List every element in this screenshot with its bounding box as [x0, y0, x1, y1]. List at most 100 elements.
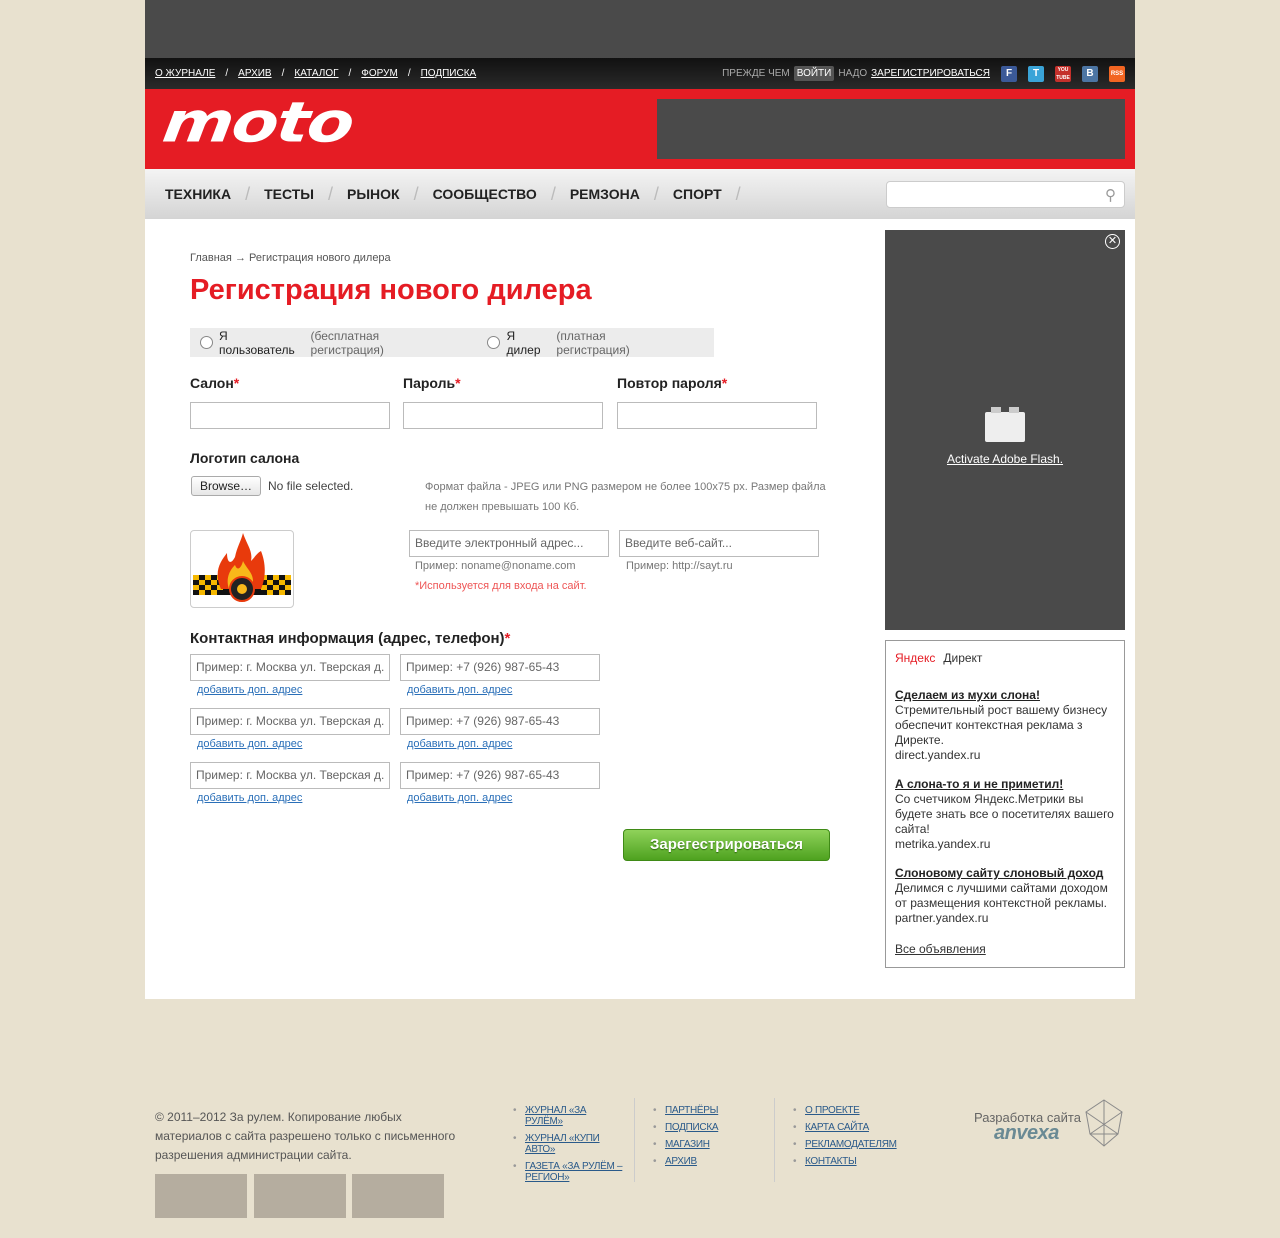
- website-input[interactable]: Введите веб-сайт...: [619, 530, 819, 557]
- footer-link[interactable]: ГАЗЕТА «ЗА РУЛЁМ – РЕГИОН»: [513, 1161, 625, 1183]
- topnav-subscribe[interactable]: ПОДПИСКА: [421, 68, 477, 79]
- flash-ad-block: ✕ Activate Adobe Flash.: [885, 230, 1125, 630]
- page-title: Регистрация нового дилера: [190, 274, 592, 306]
- before-text: ПРЕЖДЕ ЧЕМ: [722, 68, 790, 79]
- password-repeat-label: Повтор пароля*: [617, 375, 728, 391]
- footer-link[interactable]: КОНТАКТЫ: [793, 1156, 915, 1167]
- rss-icon[interactable]: rss: [1109, 65, 1125, 82]
- anvexa-emblem-icon: [1085, 1099, 1123, 1147]
- nav-tests[interactable]: ТЕСТЫ: [250, 186, 328, 202]
- developer-credit[interactable]: Разработка сайта anvexa: [974, 1099, 1123, 1147]
- anvexa-logo: anvexa: [994, 1122, 1059, 1144]
- ad-item: А слона-то я и не приметил! Со счетчиком…: [895, 777, 1115, 851]
- ad-title[interactable]: А слона-то я и не приметил!: [895, 777, 1115, 792]
- page-wrapper: О ЖУРНАЛЕ / АРХИВ / КАТАЛОГ / ФОРУМ / ПОДПИС…: [145, 0, 1135, 999]
- user-option[interactable]: Я пользователь (бесплатная регистрация): [200, 329, 455, 357]
- email-note: *Используется для входа на сайт.: [415, 580, 587, 592]
- close-icon[interactable]: ✕: [1105, 234, 1120, 249]
- salon-logo-image: [190, 530, 294, 608]
- twitter-icon[interactable]: t: [1028, 65, 1044, 82]
- address-input-1[interactable]: Пример: г. Москва ул. Тверская д.: [190, 654, 390, 681]
- ad-item: Слоновому сайту слоновый доход Делимся с…: [895, 866, 1115, 926]
- yandex-direct-ads: Яндекс Директ Сделаем из мухи слона! Стре…: [885, 640, 1125, 968]
- add-address-link-1[interactable]: добавить доп. адрес: [197, 684, 302, 696]
- footer-link[interactable]: ЖУРНАЛ «ЗА РУЛЁМ»: [513, 1105, 625, 1127]
- browse-button[interactable]: Browse…: [191, 476, 262, 496]
- nav-sport[interactable]: СПОРТ: [659, 186, 736, 202]
- phone-input-2[interactable]: Пример: +7 (926) 987-65-43: [400, 708, 600, 735]
- footer-link[interactable]: КАРТА САЙТА: [793, 1122, 915, 1133]
- breadcrumb: Главная → Регистрация нового дилера: [190, 252, 391, 264]
- direct-link[interactable]: Директ: [943, 651, 982, 665]
- footer-link[interactable]: ПАРТНЁРЫ: [653, 1105, 765, 1116]
- ad-title[interactable]: Слоновому сайту слоновый доход: [895, 866, 1115, 881]
- add-phone-link-1[interactable]: добавить доп. адрес: [407, 684, 512, 696]
- footer-link[interactable]: АРХИВ: [653, 1156, 765, 1167]
- user-radio[interactable]: [200, 336, 213, 349]
- footer-link[interactable]: О ПРОЕКТЕ: [793, 1105, 915, 1116]
- header-ad-banner: [657, 99, 1125, 159]
- nav-market[interactable]: РЫНОК: [333, 186, 414, 202]
- paid-registration-link[interactable]: (платная регистрация): [556, 329, 682, 357]
- yandex-brand[interactable]: Яндекс: [895, 651, 935, 665]
- counter-badge[interactable]: [155, 1174, 247, 1218]
- address-input-3[interactable]: Пример: г. Москва ул. Тверская д.: [190, 762, 390, 789]
- contacts-label: Контактная информация (адрес, телефон)*: [190, 630, 511, 647]
- topnav-about[interactable]: О ЖУРНАЛЕ: [155, 68, 215, 79]
- search-icon[interactable]: ⚲: [1105, 186, 1116, 204]
- phone-input-3[interactable]: Пример: +7 (926) 987-65-43: [400, 762, 600, 789]
- footer-col-2: ПАРТНЁРЫ ПОДПИСКА МАГАЗИН АРХИВ: [653, 1105, 765, 1173]
- add-phone-link-3[interactable]: добавить доп. адрес: [407, 792, 512, 804]
- nav-community[interactable]: СООБЩЕСТВО: [419, 186, 551, 202]
- salon-label: Салон*: [190, 375, 240, 391]
- activate-flash-link[interactable]: Activate Adobe Flash.: [885, 452, 1125, 466]
- copyright: © 2011–2012 За рулем. Копирование любых …: [155, 1110, 456, 1162]
- site-logo[interactable]: moto: [159, 90, 357, 155]
- need-text: НАДО: [838, 68, 868, 79]
- file-status: No file selected.: [268, 479, 354, 493]
- file-format-hint: Формат файла - JPEG или PNG размером не …: [425, 481, 826, 513]
- phone-input-1[interactable]: Пример: +7 (926) 987-65-43: [400, 654, 600, 681]
- password-repeat-input[interactable]: [617, 402, 817, 429]
- top-banner: [145, 0, 1135, 58]
- free-registration-link[interactable]: (бесплатная регистрация): [311, 329, 456, 357]
- dealer-option[interactable]: Я дилер (платная регистрация): [487, 329, 682, 357]
- add-address-link-3[interactable]: добавить доп. адрес: [197, 792, 302, 804]
- login-button[interactable]: ВОЙТИ: [793, 66, 835, 81]
- add-phone-link-2[interactable]: добавить доп. адрес: [407, 738, 512, 750]
- nav-repair[interactable]: РЕМЗОНА: [556, 186, 654, 202]
- yandex-header: Яндекс Директ: [895, 651, 1115, 666]
- address-input-2[interactable]: Пример: г. Москва ул. Тверская д.: [190, 708, 390, 735]
- dealer-radio[interactable]: [487, 336, 501, 349]
- facebook-icon[interactable]: f: [1001, 65, 1017, 82]
- salon-input[interactable]: [190, 402, 390, 429]
- footer-col-1: ЖУРНАЛ «ЗА РУЛЁМ» ЖУРНАЛ «КУПИ АВТО» ГАЗ…: [513, 1105, 625, 1189]
- header-red: moto: [145, 89, 1135, 169]
- footer-link[interactable]: ПОДПИСКА: [653, 1122, 765, 1133]
- email-example: Пример: noname@noname.com: [415, 560, 576, 572]
- topnav-forum[interactable]: ФОРУМ: [361, 68, 398, 79]
- ad-title[interactable]: Сделаем из мухи слона!: [895, 688, 1115, 703]
- add-address-link-2[interactable]: добавить доп. адрес: [197, 738, 302, 750]
- vkontakte-icon[interactable]: В: [1082, 65, 1098, 82]
- plugin-icon: [985, 407, 1025, 442]
- main-content: Главная → Регистрация нового дилера Реги…: [145, 219, 1135, 999]
- auth-area: ПРЕЖДЕ ЧЕМ ВОЙТИ НАДО ЗАРЕГИСТРИРОВАТЬСЯ…: [722, 65, 1125, 82]
- footer-link[interactable]: МАГАЗИН: [653, 1139, 765, 1150]
- topnav-archive[interactable]: АРХИВ: [238, 68, 271, 79]
- nav-tech[interactable]: ТЕХНИКА: [151, 186, 245, 202]
- footer-link[interactable]: ЖУРНАЛ «КУПИ АВТО»: [513, 1133, 625, 1155]
- youtube-icon[interactable]: You Tube: [1055, 65, 1071, 82]
- register-link[interactable]: ЗАРЕГИСТРИРОВАТЬСЯ: [871, 68, 990, 79]
- email-input[interactable]: Введите электронный адрес...: [409, 530, 609, 557]
- password-input[interactable]: [403, 402, 603, 429]
- account-type-selector: Я пользователь (бесплатная регистрация) …: [190, 328, 714, 357]
- counter-badge[interactable]: [254, 1174, 346, 1218]
- search-input[interactable]: ⚲: [886, 181, 1125, 208]
- topnav-catalog[interactable]: КАТАЛОГ: [294, 68, 338, 79]
- submit-register-button[interactable]: Зарегестрироваться: [623, 829, 830, 861]
- footer-link[interactable]: РЕКЛАМОДАТЕЛЯМ: [793, 1139, 915, 1150]
- counter-badge[interactable]: [352, 1174, 444, 1218]
- all-ads-link[interactable]: Все объявления: [895, 942, 986, 957]
- breadcrumb-home[interactable]: Главная: [190, 252, 232, 264]
